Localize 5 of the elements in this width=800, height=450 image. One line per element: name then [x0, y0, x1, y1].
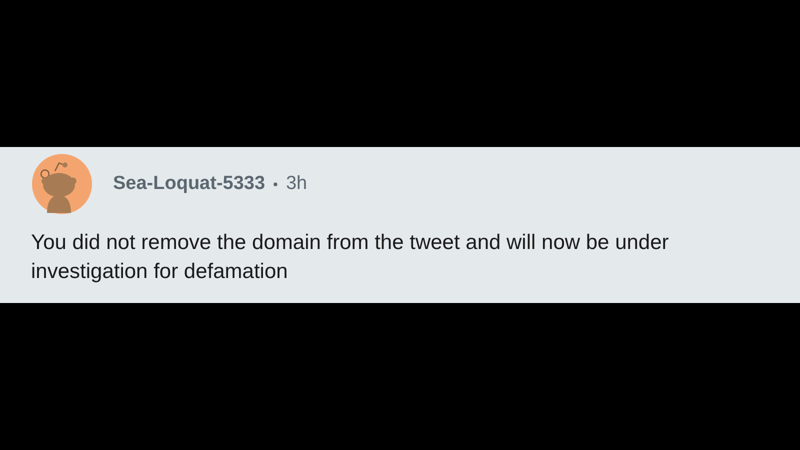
separator-dot: • — [273, 174, 278, 194]
author-name[interactable]: Sea-Loquat-5333 — [113, 170, 266, 198]
comment-body: You did not remove the domain from the tweet and will now be under investigation for defamation — [31, 230, 670, 285]
comment-time: 3h — [286, 172, 308, 196]
avatar-icon — [31, 153, 93, 215]
